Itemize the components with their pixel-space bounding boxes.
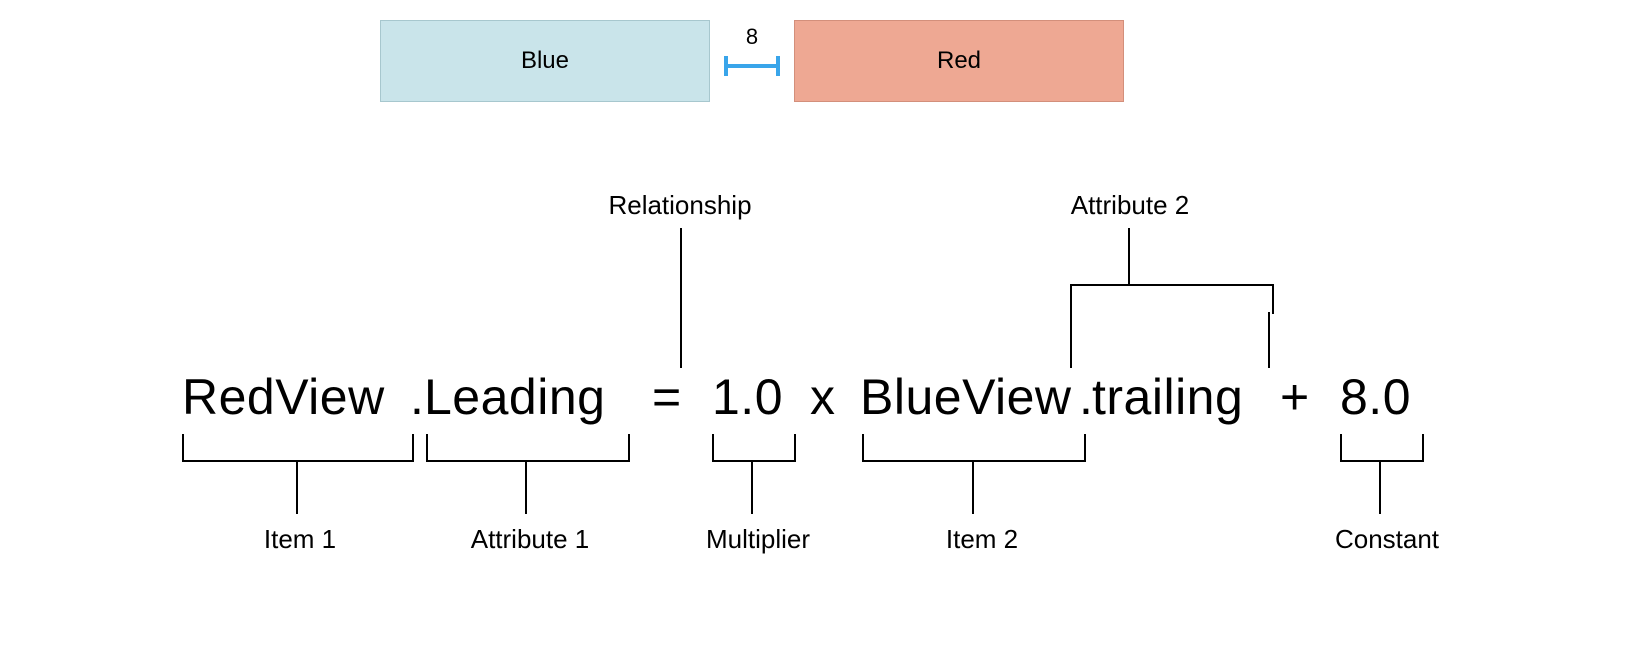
eq-attribute2: trailing bbox=[1092, 372, 1243, 422]
label-item1: Item 1 bbox=[230, 524, 370, 555]
bracket-constant bbox=[1340, 434, 1424, 462]
views-illustration: Blue 8 Red bbox=[0, 20, 1648, 130]
stem-item2 bbox=[972, 460, 974, 514]
bracket-attribute1 bbox=[426, 434, 630, 462]
bracket-attribute2 bbox=[1070, 284, 1274, 314]
connector-attribute2-left bbox=[1070, 312, 1072, 368]
eq-dot1: . bbox=[410, 372, 424, 422]
blue-view-box: Blue bbox=[380, 20, 710, 102]
stem-constant bbox=[1379, 460, 1381, 514]
annotation-attribute2: Attribute 2 bbox=[1000, 190, 1260, 221]
eq-times: x bbox=[810, 372, 836, 422]
connector-relationship bbox=[680, 228, 682, 368]
eq-equals: = bbox=[652, 372, 682, 422]
connector-attribute2-right bbox=[1268, 312, 1270, 368]
bracket-item1 bbox=[182, 434, 414, 462]
annotation-relationship: Relationship bbox=[550, 190, 810, 221]
eq-item2: BlueView bbox=[860, 372, 1072, 422]
label-attribute1: Attribute 1 bbox=[450, 524, 610, 555]
eq-multiplier: 1.0 bbox=[712, 372, 783, 422]
eq-item1: RedView bbox=[182, 372, 385, 422]
connector-attribute2-stem bbox=[1128, 228, 1130, 284]
eq-constant: 8.0 bbox=[1340, 372, 1411, 422]
label-constant: Constant bbox=[1312, 524, 1462, 555]
spacing-marker-icon bbox=[724, 64, 780, 68]
stem-item1 bbox=[296, 460, 298, 514]
spacing-indicator: 8 bbox=[710, 20, 794, 102]
label-item2: Item 2 bbox=[912, 524, 1052, 555]
stem-multiplier bbox=[751, 460, 753, 514]
bracket-item2 bbox=[862, 434, 1086, 462]
bracket-multiplier bbox=[712, 434, 796, 462]
stem-attribute1 bbox=[525, 460, 527, 514]
eq-attribute1: Leading bbox=[424, 372, 605, 422]
label-multiplier: Multiplier bbox=[688, 524, 828, 555]
eq-plus: + bbox=[1280, 372, 1310, 422]
blue-view-label: Blue bbox=[521, 47, 569, 75]
red-view-label: Red bbox=[937, 47, 981, 75]
red-view-box: Red bbox=[794, 20, 1124, 102]
spacing-value: 8 bbox=[710, 24, 794, 50]
